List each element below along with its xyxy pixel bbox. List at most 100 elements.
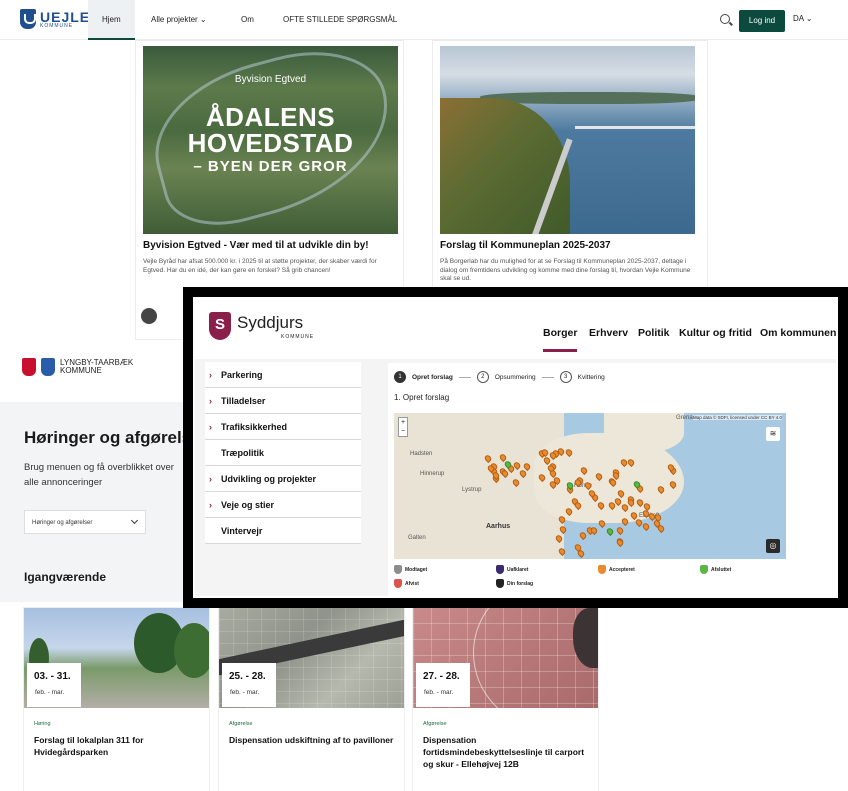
map-pin-icon[interactable] [483, 453, 493, 463]
nav-om-kommunen[interactable]: Om kommunen [760, 327, 836, 339]
vejle-logo[interactable]: UEJLE KOMMUNE [20, 9, 90, 29]
vejle-project-card-kommuneplan[interactable]: Forslag til Kommuneplan 2025-2037 På Bor… [432, 40, 708, 300]
chevron-down-icon: ⌄ [805, 14, 813, 23]
vejle-nav-home[interactable]: Hjem [88, 0, 135, 40]
vejle-nav-about[interactable]: Om [241, 0, 254, 40]
legend-marker-icon [598, 565, 606, 574]
card-title[interactable]: Forslag til lokalplan 311 for Hvidegårds… [34, 734, 202, 758]
step-number[interactable]: 3 [559, 371, 572, 383]
avatar [141, 308, 157, 324]
map-zoom-control: + − [398, 417, 408, 437]
date-badge: 27. - 28. feb. - mar. [416, 663, 470, 707]
egtved-image-line2: HOVEDSTAD [187, 128, 354, 158]
map-pin-icon[interactable] [554, 533, 564, 544]
date-badge: 25. - 28. feb. - mar. [222, 663, 276, 707]
form-title: 1. Opret forslag [394, 393, 450, 402]
step-number[interactable]: 1 [394, 371, 406, 383]
status-badge: Afgørelse [423, 721, 447, 727]
sidebar-item-label: Parkering [221, 370, 263, 380]
vejle-shield-icon [20, 9, 36, 29]
sidebar-item[interactable]: Træpolitik [205, 440, 361, 466]
map-pin-icon[interactable] [511, 477, 521, 487]
syddjurs-portal-frame: S Syddjurs KOMMUNE Borger Erhverv Politi… [183, 287, 848, 608]
sidebar-item-label: Veje og stier [221, 500, 275, 510]
lyngby-logo[interactable]: LYNGBY-TAARBÆK KOMMUNE [22, 358, 133, 376]
map-label: Hinnerup [420, 471, 445, 477]
legend-label: Din forslag [507, 580, 534, 587]
card-title[interactable]: Dispensation fortidsmindebeskyttelseslin… [423, 734, 591, 770]
login-button[interactable]: Log ind [739, 10, 785, 32]
egtved-image-sub: Byvision Egtved [234, 74, 307, 85]
legend-label: Modtaget [405, 566, 428, 573]
sidebar-item[interactable]: › Veje og stier [205, 492, 361, 518]
suggestion-form: 1 Opret forslag 2 Opsummering 3 Kvitteri… [388, 363, 836, 596]
legend-item: Afsluttet [700, 565, 731, 574]
hearing-card[interactable]: 03. - 31. feb. - mar. Høring Forslag til… [24, 608, 209, 791]
legend-label: Afvist [405, 580, 419, 587]
sidebar-item-label: Tilladelser [221, 396, 266, 406]
zoom-in-button[interactable]: + [399, 418, 407, 427]
suggestion-map[interactable]: Aarhus Lystrup Hinnerup Galten Grenaa Rø… [394, 413, 786, 559]
legend-item: Afvist [394, 579, 419, 588]
nav-borger[interactable]: Borger [543, 327, 578, 352]
step-label[interactable]: Opret forslag [412, 374, 453, 381]
category-select-value: Høringer og afgørelser [32, 520, 93, 526]
syddjurs-logo-name[interactable]: Syddjurs [237, 313, 303, 333]
syddjurs-body: › Parkering › Tilladelser › Trafiksikkerhed Tr… [195, 359, 836, 596]
vejle-nav-projects-label: Alle projekter [151, 15, 198, 24]
chevron-right-icon: › [209, 396, 212, 406]
syddjurs-logo-icon[interactable]: S [209, 312, 231, 340]
category-select[interactable]: Høringer og afgørelser [24, 510, 146, 534]
language-selector[interactable]: DA ⌄ [793, 14, 813, 23]
syddjurs-portal: S Syddjurs KOMMUNE Borger Erhverv Politi… [193, 297, 838, 598]
vejle-nav-faq[interactable]: OFTE STILLEDE SPØRGSMÅL [283, 0, 397, 40]
zoom-out-button[interactable]: − [399, 427, 407, 436]
sidebar-item[interactable]: › Udvikling og projekter [205, 466, 361, 492]
egtved-image-tag: – BYEN DER GROR [193, 158, 348, 175]
legend-marker-icon [496, 565, 504, 574]
lyngby-logo-line2: KOMMUNE [60, 366, 102, 375]
chevron-right-icon: › [209, 500, 212, 510]
chevron-right-icon: › [209, 474, 212, 484]
step-label[interactable]: Opsummering [495, 374, 536, 381]
language-label: DA [793, 14, 804, 23]
map-attribution: Map data © SDFI, licensed under CC BY 4.… [692, 415, 782, 420]
legend-item: Modtaget [394, 565, 427, 574]
hearing-card[interactable]: 25. - 28. feb. - mar. Afgørelse Dispensa… [219, 608, 404, 791]
map-label: Galten [408, 535, 426, 541]
step-number[interactable]: 2 [476, 371, 489, 383]
search-icon[interactable] [720, 14, 730, 24]
sidebar-item[interactable]: › Trafiksikkerhed [205, 414, 361, 440]
layers-icon[interactable]: ≋ [766, 427, 780, 441]
syddjurs-header: S Syddjurs KOMMUNE Borger Erhverv Politi… [195, 299, 836, 359]
egtved-project-image: Byvision Egtved ÅDALENS HOVEDSTAD – BYEN… [143, 46, 398, 234]
map-label: Aarhus [486, 523, 511, 530]
legend-label: Accepteret [609, 566, 635, 573]
vejle-top-nav: UEJLE KOMMUNE Hjem Alle projekter ⌄ Om O… [0, 0, 848, 40]
step-label[interactable]: Kvittering [578, 374, 605, 381]
date-range: 25. - 28. [229, 671, 266, 682]
map-label: Lystrup [462, 487, 482, 493]
legend-item: Uafklaret [496, 565, 528, 574]
hearing-card[interactable]: 27. - 28. feb. - mar. Afgørelse Dispensa… [413, 608, 598, 791]
vejle-nav-projects[interactable]: Alle projekter ⌄ [151, 0, 207, 40]
legend-marker-icon [394, 565, 402, 574]
egtved-image-line1: ÅDALENS [205, 102, 336, 132]
chevron-right-icon: › [209, 422, 212, 432]
sidebar-item[interactable]: › Tilladelser [205, 388, 361, 414]
card-title[interactable]: Byvision Egtved - Vær med til at udvikle… [143, 240, 369, 251]
sidebar-item[interactable]: › Parkering [205, 362, 361, 388]
map-label: Hadsten [410, 451, 433, 457]
nav-politik[interactable]: Politik [638, 327, 670, 339]
legend-label: Uafklaret [507, 566, 529, 573]
locate-icon[interactable]: ◎ [766, 539, 780, 553]
status-badge: Høring [34, 721, 51, 727]
lyngby-shield-red-icon [22, 358, 36, 376]
card-title[interactable]: Forslag til Kommuneplan 2025-2037 [440, 240, 611, 251]
page-title: Høringer og afgørelser [24, 428, 208, 447]
nav-erhverv[interactable]: Erhverv [589, 327, 628, 339]
sidebar-menu: › Parkering › Tilladelser › Trafiksikkerhed Tr… [205, 362, 361, 544]
card-title[interactable]: Dispensation udskiftning af to pavillone… [229, 734, 397, 746]
nav-kultur[interactable]: Kultur og fritid [679, 327, 752, 339]
sidebar-item[interactable]: Vintervejr [205, 518, 361, 544]
